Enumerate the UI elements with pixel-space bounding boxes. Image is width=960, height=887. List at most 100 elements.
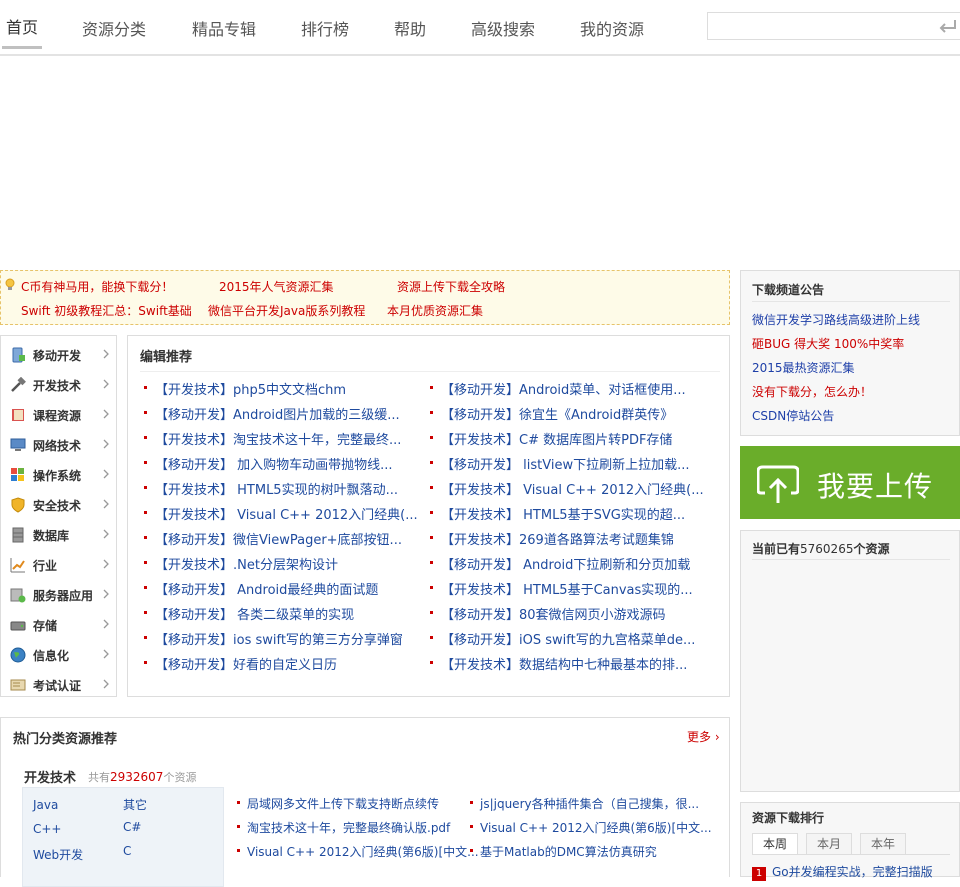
hot-resource-item[interactable]: 基于Matlab的DMC算法仿真研究 [470,843,720,861]
hammer-icon [11,377,26,392]
recommend-item[interactable]: 【移动开发】80套微信网页小游戏源码 [430,604,720,622]
bullet-icon [430,386,433,389]
enter-icon[interactable] [938,17,958,35]
recommend-item[interactable]: 【开发技术】数据结构中七种最基本的排... [430,654,720,672]
category-item-dev[interactable]: 开发技术 [1,368,116,398]
item-label: 【移动开发】80套微信网页小游戏源码 [441,608,666,622]
editor-recommend-title: 编辑推荐 [140,350,193,365]
recommend-item[interactable]: 【开发技术】269道各路算法考试题集锦 [430,529,720,547]
notice-link[interactable]: 微信平台开发Java版系列教程 [208,302,365,319]
notice-link[interactable]: 2015年人气资源汇集 [219,278,334,295]
item-label: 【开发技术】.Net分层架构设计 [155,558,338,572]
divider [140,371,720,372]
hot-resource-item[interactable]: Visual C++ 2012入门经典(第6版)[中文... [470,819,720,837]
divider [752,559,950,560]
subcategory-link[interactable]: C [123,844,131,858]
hot-resource-item[interactable]: Visual C++ 2012入门经典(第6版)[中文... [237,843,479,861]
recommend-item[interactable]: 【移动开发】Android菜单、对话框使用... [430,379,720,397]
recommend-item[interactable]: 【开发技术】 Visual C++ 2012入门经典(... [430,479,720,497]
recommend-item[interactable]: 【移动开发】Android图片加载的三级缓... [144,404,424,422]
top-nav: 首页 资源分类 精品专辑 排行榜 帮助 高级搜索 我的资源 [0,0,960,56]
category-item-course[interactable]: 课程资源 [1,398,116,428]
hot-resource-item[interactable]: 局域网多文件上传下载支持断点续传 [237,795,467,813]
recommend-item[interactable]: 【移动开发】 加入购物车动画带抛物线... [144,454,424,472]
ranking-item[interactable]: 1 Go并发编程实战，完整扫描版 [752,863,933,881]
tab-help[interactable]: 帮助 [394,16,426,40]
category-item-industry[interactable]: 行业 [1,548,116,578]
announcement-link[interactable]: 没有下载分，怎么办！ [752,383,872,400]
chevron-right-icon [103,349,109,359]
announcement-link[interactable]: 2015最热资源汇集 [752,359,855,376]
subcategory-link[interactable]: Web开发 [33,846,83,863]
tab-ranking[interactable]: 排行榜 [301,16,349,40]
network-icon [10,438,26,451]
search-input[interactable] [708,13,928,39]
tab-advanced-search[interactable]: 高级搜索 [471,16,535,40]
category-item-certification[interactable]: 考试认证 [1,668,116,698]
subcategory-link[interactable]: Java [33,798,58,812]
recommend-item[interactable]: 【开发技术】 HTML5基于SVG实现的超... [430,504,720,522]
recommend-item[interactable]: 【开发技术】 Visual C++ 2012入门经典(... [144,504,424,522]
tab-albums[interactable]: 精品专辑 [192,16,256,40]
hot-resource-item[interactable]: js|jquery各种插件集合（自己搜集，很... [470,795,720,813]
category-item-informatization[interactable]: 信息化 [1,638,116,668]
chevron-right-icon [103,469,109,479]
tab-home[interactable]: 首页 [1,14,43,49]
category-item-security[interactable]: 安全技术 [1,488,116,518]
item-label: 【移动开发】 各类二级菜单的实现 [155,608,355,622]
hot-subcategory-title[interactable]: 开发技术 [24,767,76,786]
item-label: 【移动开发】Android图片加载的三级缓... [155,408,400,422]
chevron-right-icon [103,649,109,659]
recommend-item[interactable]: 【移动开发】 Android下拉刷新和分页加载 [430,554,720,572]
bullet-icon [144,661,147,664]
recommend-item[interactable]: 【开发技术】淘宝技术这十年，完整最终... [144,429,424,447]
bullet-icon [430,636,433,639]
tab-month[interactable]: 本月 [806,833,852,855]
recommend-item[interactable]: 【移动开发】 listView下拉刷新上拉加载... [430,454,720,472]
subcategory-link[interactable]: C++ [33,822,62,836]
recommend-item[interactable]: 【开发技术】.Net分层架构设计 [144,554,424,572]
subcategory-link[interactable]: C# [123,820,141,834]
item-label: 【开发技术】 Visual C++ 2012入门经典(... [441,483,704,497]
recommend-item[interactable]: 【移动开发】 各类二级菜单的实现 [144,604,424,622]
recommend-item[interactable]: 【开发技术】C# 数据库图片转PDF存储 [430,429,720,447]
recommend-item[interactable]: 【开发技术】 HTML5实现的树叶飘落动... [144,479,424,497]
recommend-item[interactable]: 【移动开发】好看的自定义日历 [144,654,424,672]
category-item-mobile[interactable]: 移动开发 [1,338,116,368]
notice-link[interactable]: 本月优质资源汇集 [387,302,483,319]
category-item-server[interactable]: 服务器应用 [1,578,116,608]
announcement-link[interactable]: 砸BUG 得大奖 100%中奖率 [752,335,904,352]
upload-button[interactable]: 我要上传 [740,446,960,519]
notice-link[interactable]: C币有神马用，能换下载分！ [21,278,173,295]
notice-link[interactable]: Swift 初级教程汇总：Swift基础 [21,302,192,319]
category-item-database[interactable]: 数据库 [1,518,116,548]
recommend-item[interactable]: 【开发技术】php5中文文档chm [144,379,424,397]
item-label: 【移动开发】 加入购物车动画带抛物线... [155,458,393,472]
resource-count-panel: 当前已有5760265个资源 [740,530,960,792]
windows-icon [11,468,24,481]
recommend-item[interactable]: 【移动开发】微信ViewPager+底部按钮... [144,529,424,547]
notice-link[interactable]: 资源上传下载全攻略 [397,278,505,295]
announcement-link[interactable]: CSDN停站公告 [752,407,834,424]
announcement-link[interactable]: 微信开发学习路线高级进阶上线 [752,311,920,328]
tab-categories[interactable]: 资源分类 [82,16,146,40]
recommend-item[interactable]: 【移动开发】 Android最经典的面试题 [144,579,424,597]
item-label: 【开发技术】 HTML5基于Canvas实现的... [441,583,693,597]
tab-year[interactable]: 本年 [860,833,906,855]
subcategory-link[interactable]: 其它 [123,796,147,813]
tab-my-resources[interactable]: 我的资源 [580,16,644,40]
category-item-storage[interactable]: 存储 [1,608,116,638]
bullet-icon [430,536,433,539]
category-item-network[interactable]: 网络技术 [1,428,116,458]
more-link[interactable]: 更多 › [687,728,720,745]
recommend-item[interactable]: 【移动开发】徐宜生《Android群英传》 [430,404,720,422]
recommend-item[interactable]: 【开发技术】 HTML5基于Canvas实现的... [430,579,720,597]
tab-week[interactable]: 本周 [752,833,798,855]
hot-resource-item[interactable]: 淘宝技术这十年，完整最终确认版.pdf [237,819,467,837]
recommend-item[interactable]: 【移动开发】iOS swift写的九宫格菜单de... [430,629,720,647]
category-item-os[interactable]: 操作系统 [1,458,116,488]
divider [752,301,950,302]
recommend-item[interactable]: 【移动开发】ios swift写的第三方分享弹窗 [144,629,424,647]
bullet-icon [237,801,240,804]
item-label: 【开发技术】数据结构中七种最基本的排... [441,658,688,672]
